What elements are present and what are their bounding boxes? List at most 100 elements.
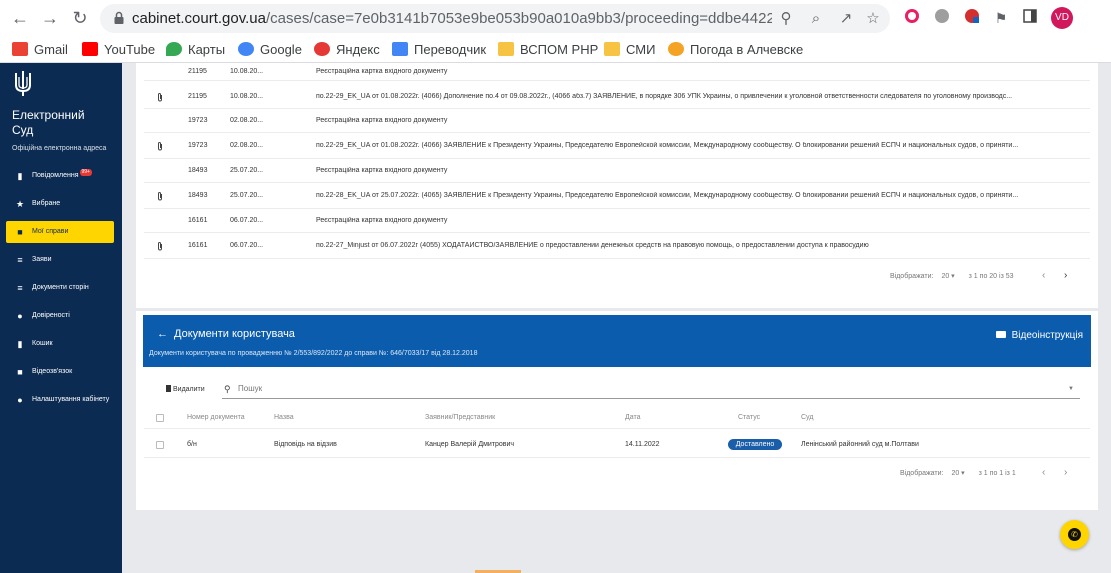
next-page-icon[interactable]: › — [1064, 270, 1067, 281]
dropdown-caret-icon[interactable]: ▼ — [1068, 386, 1074, 392]
next-page-icon[interactable]: › — [1064, 467, 1067, 478]
document-date: 10.08.20... — [230, 93, 264, 100]
document-row[interactable]: 18493 25.07.20... Реєстраційна картка вхід… — [144, 159, 1090, 183]
address-bar[interactable]: cabinet.court.gov.ua/cases/case=7e0b3141… — [100, 4, 890, 33]
document-description[interactable]: Реєстраційна картка вхідного документу — [316, 217, 1081, 224]
bookmark-yandex[interactable]: Яндекс — [314, 41, 380, 59]
document-description[interactable]: Реєстраційна картка вхідного документу — [316, 117, 1081, 124]
per-page-select[interactable]: 20 ▾ — [941, 273, 954, 280]
page-range: з 1 по 1 із 1 — [978, 470, 1016, 477]
row-checkbox[interactable] — [156, 441, 164, 449]
document-description[interactable]: по.22-29_EK_UA от 01.08.2022г. (4066) ЗА… — [316, 142, 1081, 149]
document-date: 10.08.20... — [230, 68, 264, 75]
bookmark-label: ВСПОМ РНР — [520, 42, 599, 57]
document-number: 18493 — [188, 192, 208, 199]
brand-line-2: Суд — [12, 123, 34, 137]
column-header-court: Суд — [801, 414, 814, 421]
document-description[interactable]: по.22-28_EK_UA от 25.07.2022г. (4065) ЗА… — [316, 192, 1081, 199]
sidebar-item-party-documents[interactable]: ≡ Документи сторін — [6, 277, 114, 299]
list-icon: ≡ — [17, 255, 23, 265]
paperclip-icon[interactable] — [156, 141, 164, 151]
document-number: 21195 — [188, 93, 207, 100]
document-description[interactable]: по.22-29_EK_UA от 01.08.2022г. (4066) До… — [316, 93, 1081, 100]
star-icon: ★ — [15, 199, 25, 209]
bookmark-folder-smi[interactable]: СМИ — [604, 41, 655, 59]
per-page-select[interactable]: 20 ▾ — [951, 470, 964, 477]
back-icon[interactable]: ← — [8, 6, 32, 30]
bookmark-translator[interactable]: Переводчик — [392, 41, 486, 59]
bookmark-label: СМИ — [626, 42, 656, 57]
document-date: 02.08.20... — [230, 117, 264, 124]
bookmark-youtube[interactable]: YouTube — [82, 41, 155, 59]
document-date: 25.07.20... — [230, 192, 264, 199]
call-button[interactable]: ✆ — [1060, 520, 1089, 549]
paperclip-icon[interactable] — [156, 191, 164, 201]
folder-icon: ■ — [17, 227, 23, 237]
forward-icon[interactable]: → — [38, 6, 62, 30]
sidebar-item-notifications[interactable]: ▮ Повідомлення 99+ — [6, 165, 114, 187]
brand-name: Електронний Суд — [12, 108, 85, 138]
prev-page-icon[interactable]: ‹ — [1042, 270, 1045, 281]
bookmark-folder-vspom[interactable]: ВСПОМ РНР — [498, 41, 598, 59]
sidebar-item-label: Заяви — [32, 256, 52, 263]
profile-avatar[interactable]: VD — [1051, 7, 1073, 29]
color-picker-extension-icon[interactable] — [902, 8, 922, 28]
share-icon[interactable]: ↗ — [836, 9, 856, 29]
browser-toolbar: ← → ↻ cabinet.court.gov.ua/cases/case=7e… — [0, 0, 1111, 36]
document-description[interactable]: Реєстраційна картка вхідного документу — [316, 167, 1081, 174]
documents-icon: ≡ — [17, 283, 23, 293]
document-row[interactable]: 18493 25.07.20... по.22-28_EK_UA от 25.07.… — [144, 183, 1090, 209]
document-description[interactable]: Реєстраційна картка вхідного документу — [316, 68, 1081, 75]
star-icon[interactable]: ☆ — [863, 9, 883, 29]
bookmark-label: Переводчик — [414, 42, 487, 57]
bookmark-gmail[interactable]: Gmail — [12, 41, 68, 59]
document-number: 19723 — [188, 117, 208, 124]
extensions-icon[interactable]: ⚑ — [991, 8, 1011, 28]
bookmark-weather[interactable]: Погода в Алчевске — [668, 41, 803, 59]
document-row[interactable]: 16161 06.07.20... Реєстраційна картка вхід… — [144, 209, 1090, 233]
sidebar-item-trash[interactable]: ▮ Кошик — [6, 333, 114, 355]
case-documents-panel: 21195 10.08.20... Реєстраційна картка вхід… — [136, 63, 1098, 308]
sidebar-item-video-call[interactable]: ■ Відеозв'язок — [6, 361, 114, 383]
cell-name[interactable]: Відповідь на відзив — [274, 441, 337, 448]
reload-icon[interactable]: ↻ — [68, 6, 92, 30]
zoom-icon[interactable]: ⌕ — [806, 9, 826, 29]
key-icon[interactable]: ⚲ — [776, 9, 796, 29]
sidebar-item-applications[interactable]: ≡ Заяви — [6, 249, 114, 271]
side-panel-icon[interactable] — [1020, 8, 1040, 28]
document-date: 06.07.20... — [230, 217, 264, 224]
message-icon: ▮ — [17, 171, 23, 181]
globe-extension-icon[interactable] — [932, 8, 952, 28]
document-row[interactable]: 19723 02.08.20... Реєстраційна картка вхід… — [144, 109, 1090, 133]
bookmark-label: Яндекс — [336, 42, 380, 57]
user-documents-panel: ← Документи користувача Документи користу… — [136, 311, 1098, 510]
paperclip-icon[interactable] — [156, 241, 164, 251]
panel-title-text: Документи користувача — [174, 328, 295, 340]
document-description[interactable]: по.22-27_Minjust от 06.07.2022г (4055) Х… — [316, 242, 1081, 249]
select-all-checkbox[interactable] — [156, 414, 164, 422]
video-instruction-link[interactable]: Відеоінструкція — [995, 330, 1083, 341]
document-row[interactable]: 21195 10.08.20... Реєстраційна картка вхід… — [144, 63, 1090, 81]
cell-court: Ленінський районний суд м.Полтави — [801, 441, 919, 448]
paperclip-icon[interactable] — [156, 92, 164, 102]
document-row[interactable]: 21195 10.08.20... по.22-29_EK_UA от 01.08.… — [144, 85, 1090, 109]
prev-page-icon[interactable]: ‹ — [1042, 467, 1045, 478]
document-row[interactable]: 16161 06.07.20... по.22-27_Minjust от 06.0… — [144, 233, 1090, 259]
document-number: 16161 — [188, 242, 208, 249]
document-date: 02.08.20... — [230, 142, 264, 149]
sidebar-item-my-cases[interactable]: ■ Мої справи — [6, 221, 114, 243]
delete-button[interactable]: Видалити — [166, 385, 205, 393]
header-divider — [144, 428, 1090, 429]
search-input[interactable] — [238, 384, 1038, 393]
red-extension-icon[interactable] — [962, 8, 982, 28]
bookmark-google[interactable]: Google — [238, 41, 302, 59]
back-arrow-icon[interactable]: ← — [157, 328, 168, 340]
panel-subtitle: Документи користувача по провадженню № 2… — [149, 350, 478, 357]
sidebar-item-powers-of-attorney[interactable]: ● Довіреності — [6, 305, 114, 327]
column-header-date: Дата — [625, 414, 641, 421]
document-row[interactable]: 19723 02.08.20... по.22-29_EK_UA от 01.08.… — [144, 133, 1090, 159]
bookmark-maps[interactable]: Карты — [166, 41, 225, 59]
sidebar-item-settings[interactable]: ● Налаштування кабінету — [6, 389, 114, 411]
sidebar-item-favorites[interactable]: ★ Вибране — [6, 193, 114, 215]
search-icon: ⚲ — [224, 384, 231, 394]
